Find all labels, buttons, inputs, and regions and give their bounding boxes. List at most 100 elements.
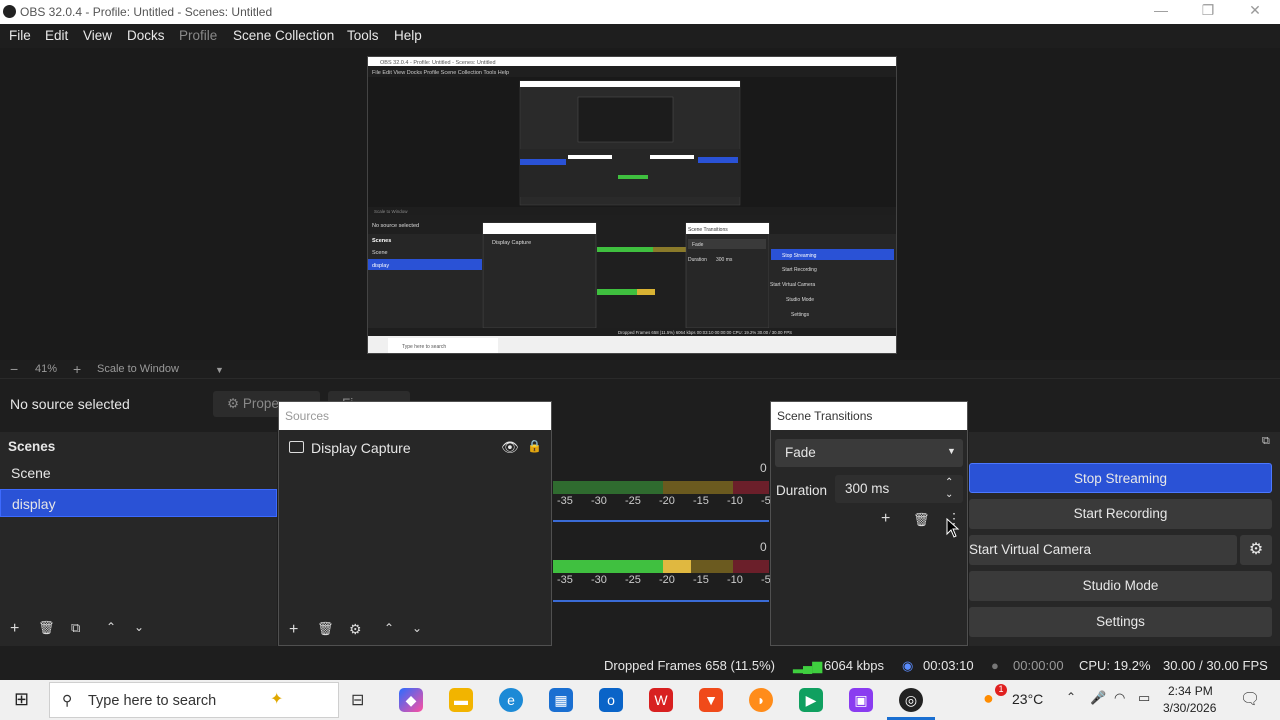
thumb-duration: Duration [688, 257, 707, 263]
scene-item-scene[interactable]: Scene [0, 459, 277, 487]
menu-help[interactable]: Help [394, 28, 422, 43]
thumb-fade: Fade [692, 242, 704, 248]
start-recording-button[interactable]: Start Recording [969, 499, 1272, 529]
record-time: 00:00:00 [1013, 658, 1064, 673]
scene-transitions-title[interactable]: Scene Transitions [771, 402, 967, 430]
battery-icon[interactable]: ▭ [1138, 690, 1150, 706]
thumb-title: OBS 32.0.4 - Profile: Untitled - Scenes:… [380, 60, 496, 66]
weather-temp[interactable]: 23°C [1012, 691, 1043, 707]
minimize-button[interactable]: — [1138, 2, 1184, 22]
start-virtual-camera-button[interactable]: Start Virtual Camera [969, 535, 1237, 565]
file-explorer-icon[interactable]: ▬ [449, 688, 473, 712]
fps: 30.00 / 30.00 FPS [1163, 658, 1268, 673]
chevron-up-icon[interactable]: ⌃ [1066, 690, 1076, 704]
edge-icon[interactable]: e [499, 688, 523, 712]
studio-mode-button[interactable]: Studio Mode [969, 571, 1272, 601]
zoom-bar: − 41% + Scale to Window ▼ [0, 361, 1280, 379]
play-store-icon[interactable]: ▶ [799, 688, 823, 712]
menu-file[interactable]: File [9, 28, 31, 43]
source-item-display-capture[interactable]: Display Capture 👁 🔒 [289, 439, 549, 460]
task-view-icon[interactable]: ⊟ [351, 690, 364, 710]
microphone-icon[interactable]: 🎤 [1090, 690, 1106, 706]
wifi-icon[interactable]: ◠ [1114, 690, 1125, 706]
meter-scale-1: -35 -30 -25 -20 -15 -10 -5 [557, 495, 771, 507]
thumb-scene2: display [372, 263, 389, 269]
mouse-cursor-icon [946, 518, 960, 538]
transition-select[interactable]: Fade ▼ [775, 439, 963, 467]
thumb-rec: Start Recording [782, 267, 817, 273]
duration-label: Duration [776, 483, 828, 498]
trash-icon[interactable]: 🗑 [913, 512, 930, 528]
menu-scene-collection[interactable]: Scene Collection [233, 28, 334, 43]
add-source-icon[interactable]: + [289, 621, 298, 639]
trash-icon[interactable]: 🗑 [317, 621, 334, 637]
zoom-in-button[interactable]: + [73, 361, 81, 377]
virtual-camera-settings-button[interactable]: ⚙ [1240, 535, 1272, 565]
dropped-frames: Dropped Frames 658 (11.5%) [604, 658, 776, 673]
scenes-dock: Scenes Scene display + 🗑 ⧉ ⌃ ⌄ [0, 432, 277, 646]
thumb-scenes: Scenes [372, 238, 391, 244]
windows-start-icon[interactable]: ⊞ [14, 689, 29, 710]
undock-icon[interactable]: ⧉ [1262, 435, 1270, 448]
weather-icon[interactable]: ● [983, 688, 994, 709]
monitor-icon [289, 441, 304, 453]
menu-docks[interactable]: Docks [127, 28, 165, 43]
chevron-down-icon[interactable]: ⌄ [945, 489, 953, 500]
controls-dock: ⧉ Stop Streaming Start Recording Start V… [969, 432, 1280, 646]
chevron-down-icon[interactable]: ▼ [215, 365, 224, 375]
wps-icon[interactable]: W [649, 688, 673, 712]
move-up-icon[interactable]: ⌃ [384, 621, 394, 635]
move-up-icon[interactable]: ⌃ [106, 620, 116, 634]
outlook-icon[interactable]: o [599, 688, 623, 712]
clock-time[interactable]: 2:34 PM [1168, 684, 1213, 698]
cpu-usage: CPU: 19.2% [1079, 658, 1151, 673]
thumb-menu: File Edit View Docks Profile Scene Colle… [372, 70, 509, 76]
close-button[interactable]: ✕ [1232, 2, 1278, 22]
sources-title[interactable]: Sources [279, 402, 551, 430]
zoom-level: 41% [35, 363, 58, 375]
menu-tools[interactable]: Tools [347, 28, 379, 43]
copilot-icon[interactable]: ◆ [399, 688, 423, 712]
settings-button[interactable]: Settings [969, 607, 1272, 637]
menu-bar: File Edit View Docks Profile Scene Colle… [0, 24, 1280, 48]
add-transition-icon[interactable]: + [881, 510, 890, 528]
gear-icon[interactable]: ⚙ [349, 621, 362, 638]
maximize-button[interactable]: ❐ [1185, 2, 1231, 22]
duration-input[interactable]: 300 ms ⌃ ⌄ [835, 475, 963, 503]
vpn-icon[interactable]: ◗ [749, 688, 773, 712]
eye-icon[interactable]: 👁 [501, 439, 519, 456]
preview-canvas[interactable]: OBS 32.0.4 - Profile: Untitled - Scenes:… [367, 56, 897, 354]
stop-streaming-button[interactable]: Stop Streaming [969, 463, 1272, 493]
audio-mixer: 0 -35 -30 -25 -20 -15 -10 -5 0 -35 -30 -… [553, 432, 771, 646]
add-scene-icon[interactable]: + [10, 620, 19, 638]
sparkle-icon: ✦ [270, 691, 284, 708]
volume-slider-2[interactable] [553, 600, 769, 602]
store-icon[interactable]: ▦ [549, 688, 573, 712]
brave-icon[interactable]: ▼ [699, 688, 723, 712]
weather-badge: 1 [995, 684, 1007, 696]
clock-date[interactable]: 3/30/2026 [1163, 701, 1216, 715]
notifications-icon[interactable]: 🗨 [1240, 689, 1260, 709]
thumb-transitions: Scene Transitions [688, 227, 728, 233]
obs-taskbar-icon[interactable]: ◎ [899, 688, 923, 712]
trash-icon[interactable]: 🗑 [38, 620, 55, 636]
scene-filters-icon[interactable]: ⧉ [71, 620, 80, 636]
chevron-up-icon[interactable]: ⌃ [945, 477, 953, 488]
status-bar: Dropped Frames 658 (11.5%) ▂▄▆ 6064 kbps… [0, 654, 1280, 678]
obs-logo-icon [3, 5, 16, 18]
twitch-icon[interactable]: ▣ [849, 688, 873, 712]
zoom-mode-select[interactable]: Scale to Window [97, 363, 179, 375]
volume-slider-1[interactable] [553, 520, 769, 522]
taskbar-search[interactable]: ⚲ Type here to search ✦ [49, 682, 339, 718]
signal-bars-icon: ▂▄▆ [793, 658, 823, 673]
menu-view[interactable]: View [83, 28, 112, 43]
menu-edit[interactable]: Edit [45, 28, 68, 43]
zoom-out-button[interactable]: − [10, 361, 18, 377]
move-down-icon[interactable]: ⌄ [134, 620, 144, 634]
lock-icon[interactable]: 🔒 [527, 439, 542, 453]
scene-item-display[interactable]: display [0, 489, 277, 517]
move-down-icon[interactable]: ⌄ [412, 621, 422, 635]
menu-profile[interactable]: Profile [179, 28, 217, 43]
gear-icon: ⚙ [227, 396, 240, 411]
context-bar: No source selected ⚙ Prope Fi [0, 389, 1280, 419]
